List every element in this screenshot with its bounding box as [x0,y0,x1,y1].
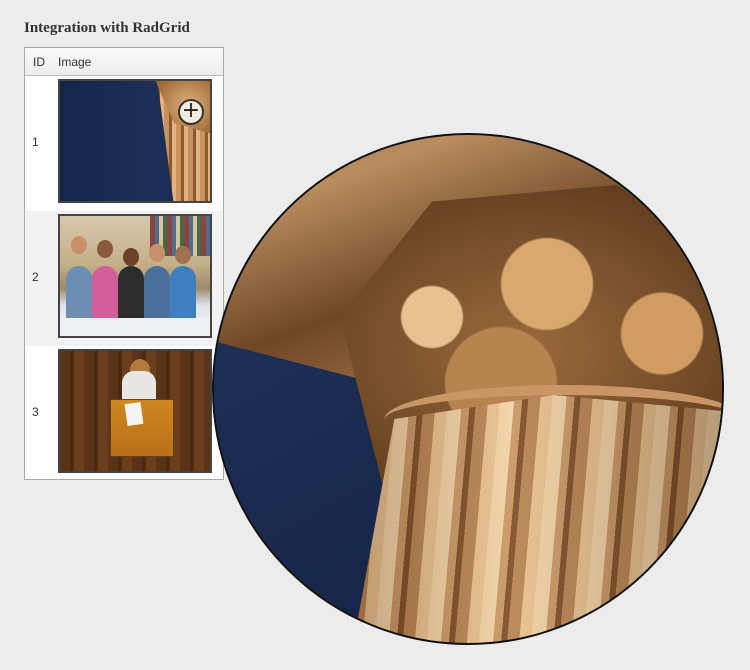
person-graphic [144,266,170,326]
table-row[interactable]: 2 [25,211,223,346]
rad-grid: ID Image 1 + 2 3 [24,47,224,480]
column-header-image[interactable]: Image [58,55,91,69]
grid-header: ID Image [25,48,223,76]
row-id-cell: 1 [32,135,39,149]
person-head-graphic [97,240,113,258]
person-head-graphic [175,246,191,264]
page-title: Integration with RadGrid [24,20,190,36]
column-header-id[interactable]: ID [33,55,45,69]
person-head-graphic [149,244,165,262]
table-row[interactable]: 1 + [25,76,223,211]
person-graphic [170,266,196,326]
zoom-in-icon[interactable]: + [178,99,204,125]
person-graphic [66,266,92,326]
magnified-column-ring [384,385,722,455]
table-graphic [60,318,210,336]
desk-graphic [110,399,174,457]
row-id-cell: 2 [32,270,39,284]
column-capital-thumbnail[interactable]: + [58,79,212,203]
person-head-graphic [123,248,139,266]
student-desk-thumbnail[interactable] [58,349,212,473]
paper-graphic [124,401,144,427]
image-magnifier[interactable] [212,133,724,645]
person-graphic [92,266,118,326]
students-thumbnail[interactable] [58,214,212,338]
person-head-graphic [71,236,87,254]
person-graphic [118,266,144,326]
table-row[interactable]: 3 [25,346,223,481]
row-id-cell: 3 [32,405,39,419]
